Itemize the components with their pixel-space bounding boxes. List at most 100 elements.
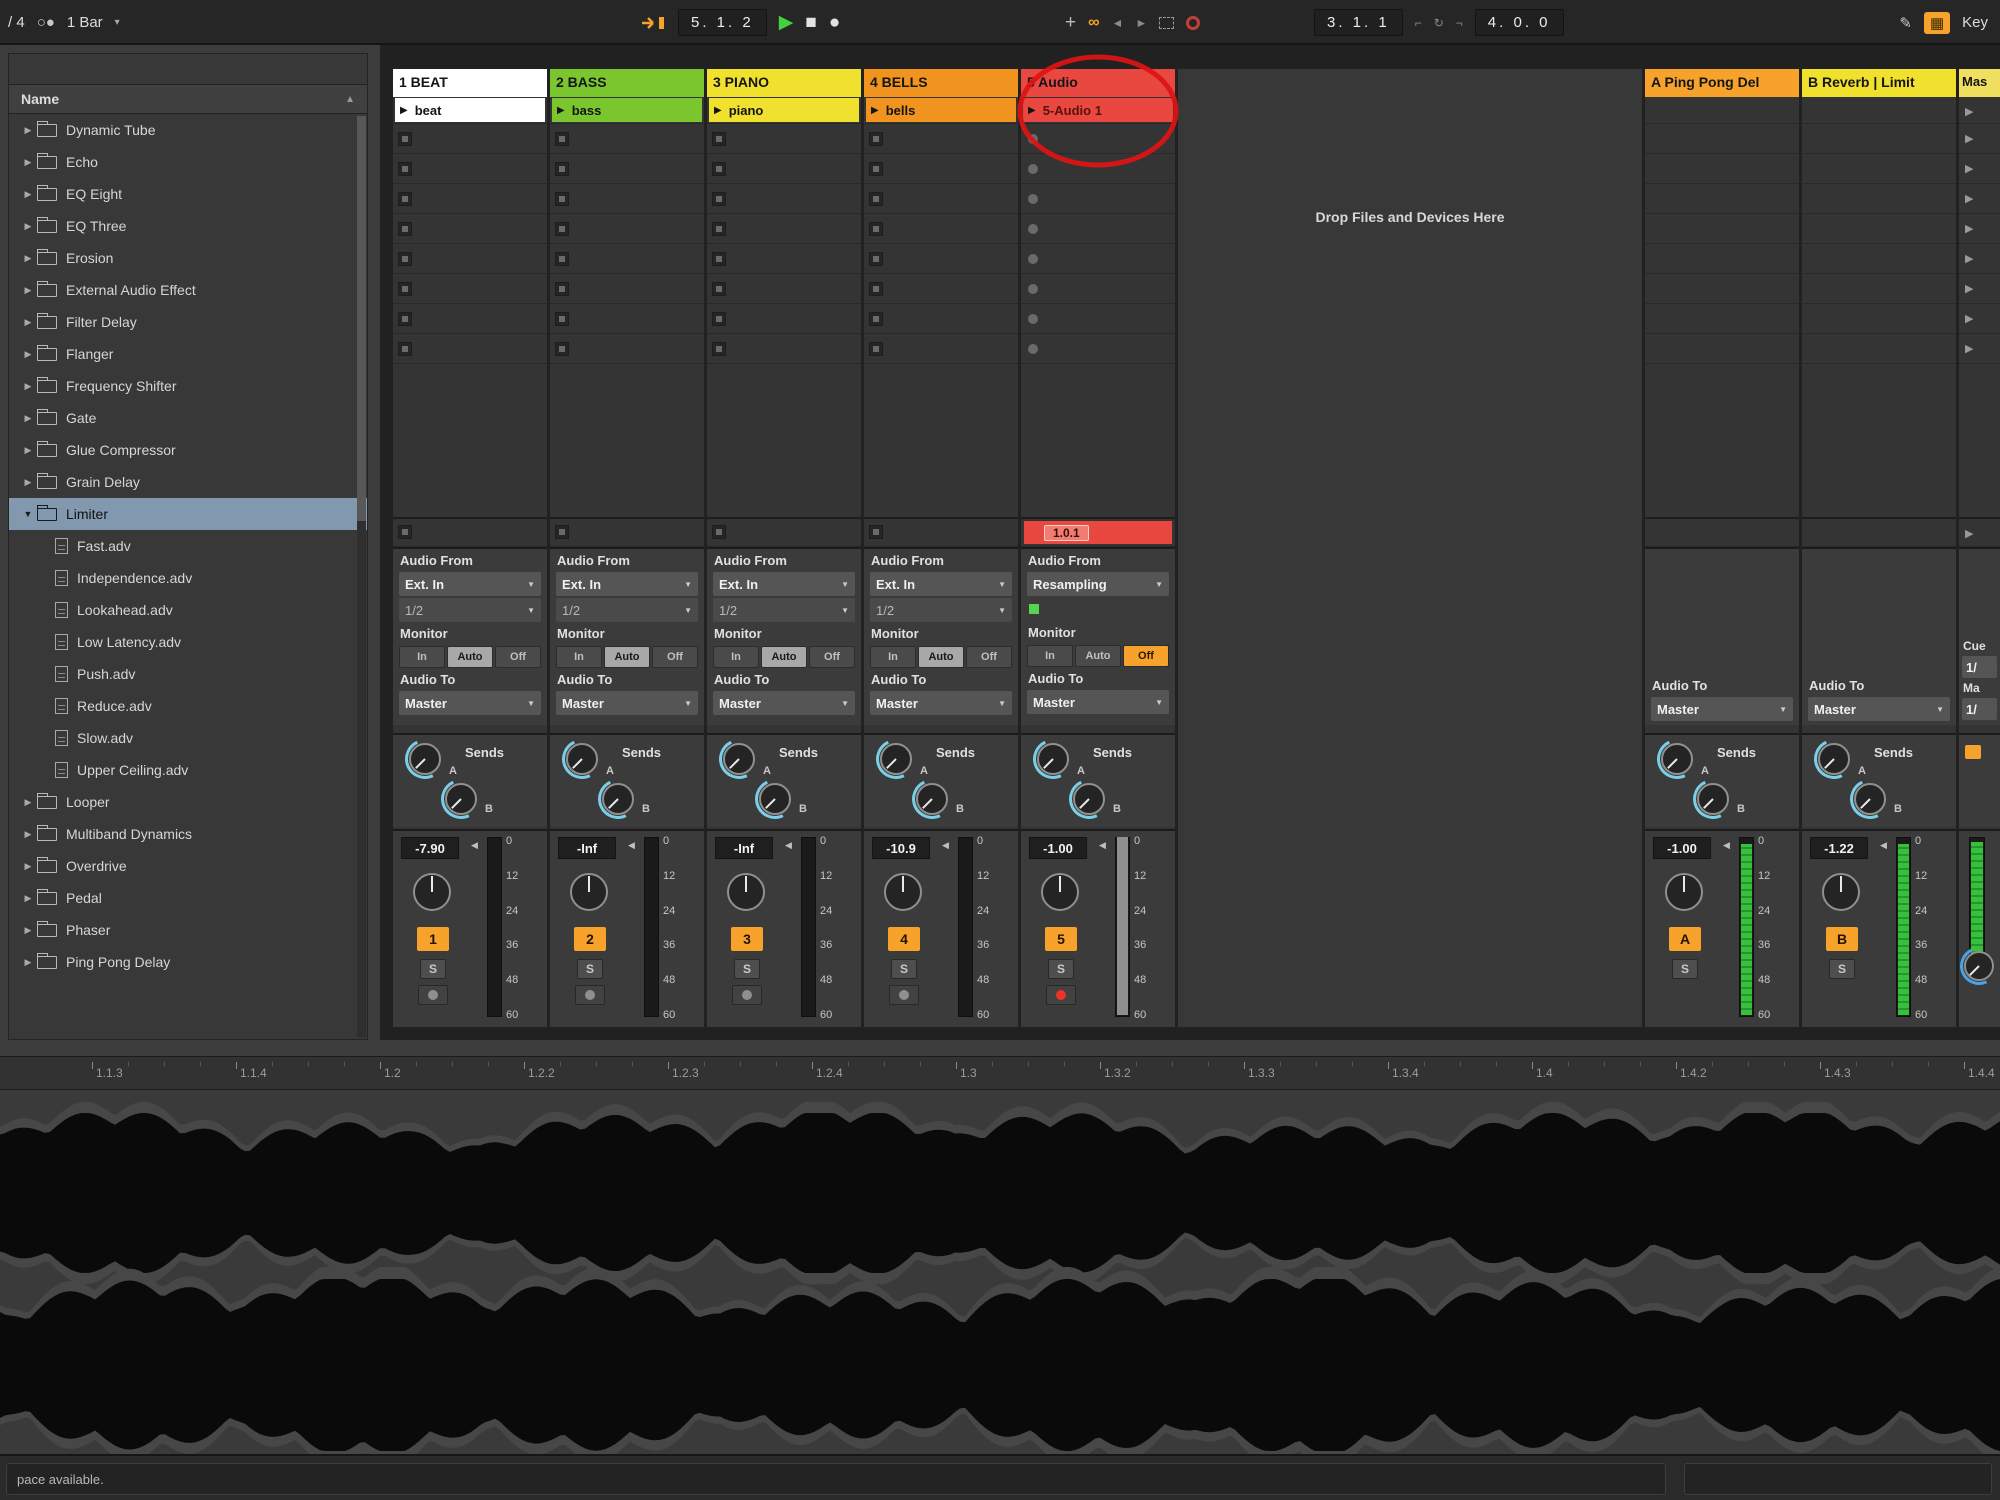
clip-slot[interactable] [550,244,704,274]
send-b-knob[interactable] [1073,783,1105,815]
chevron-right-icon[interactable]: ▶ [19,253,37,264]
scrollbar-thumb[interactable] [357,116,366,521]
clip-slot[interactable] [707,184,861,214]
return-header[interactable]: A Ping Pong Del [1645,69,1799,97]
send-a-knob[interactable] [1818,743,1850,775]
output-select[interactable]: Master▼ [1808,697,1950,721]
cue-volume-knob[interactable] [1964,951,1994,981]
pan-knob[interactable] [727,873,765,911]
clip-slot[interactable]: ▶bells [864,97,1018,124]
solo-button[interactable]: S [1829,959,1855,979]
monitor-in-button[interactable]: In [399,646,445,668]
session-clip[interactable]: ▶piano [709,98,859,122]
monitor-auto-button[interactable]: Auto [918,646,964,668]
scene-launch-icon[interactable]: ▶ [1965,222,1973,235]
scene-slot[interactable]: ▶ [1959,214,2000,244]
send-a-knob[interactable] [1661,743,1693,775]
send-b-knob[interactable] [602,783,634,815]
clip-slot[interactable] [1645,214,1799,244]
clip-slot[interactable] [864,274,1018,304]
clip-stop-slot[interactable] [707,519,861,547]
track-header[interactable]: 1 BEAT [393,69,547,97]
pan-knob[interactable] [1041,873,1079,911]
clip-slot[interactable] [550,154,704,184]
time-signature[interactable]: / 4 [8,14,25,31]
scene-slot[interactable]: ▶ [1959,154,2000,184]
chevron-right-icon[interactable]: ▶ [19,861,37,872]
chevron-right-icon[interactable]: ▶ [19,157,37,168]
track-activator-button[interactable]: 4 [888,927,920,951]
arm-button[interactable] [418,985,448,1005]
clip-slot[interactable] [550,124,704,154]
session-clip[interactable]: ▶beat [395,98,545,122]
scene-slot[interactable]: ▶ [1959,184,2000,214]
grid-mode-icon[interactable]: ▦ [1924,12,1950,34]
session-clip[interactable]: ▶bells [866,98,1016,122]
clip-slot[interactable] [707,274,861,304]
clip-slot[interactable] [393,304,547,334]
clip-slot[interactable] [1645,334,1799,364]
track-header[interactable]: 4 BELLS [864,69,1018,97]
clip-slot[interactable] [550,184,704,214]
track-activator-button[interactable]: 5 [1045,927,1077,951]
track-header[interactable]: 3 PIANO [707,69,861,97]
clip-slot[interactable] [1021,304,1175,334]
clip-slot[interactable]: ▶5-Audio 1 [1021,97,1175,124]
track-activator-button[interactable]: 1 [417,927,449,951]
chevron-right-icon[interactable]: ▶ [19,381,37,392]
input-type-select[interactable]: Resampling▼ [1027,572,1169,596]
link-icon[interactable]: ∞ [1088,14,1099,32]
send-b-knob[interactable] [1854,783,1886,815]
clip-stop-slot[interactable]: 1.0.1 [1021,519,1175,547]
input-type-select[interactable]: Ext. In▼ [399,572,541,596]
scene-slot[interactable]: ▶ [1959,334,2000,364]
chevron-right-icon[interactable]: ▶ [19,893,37,904]
clip-stop-slot[interactable] [393,519,547,547]
clip-slot[interactable] [393,184,547,214]
pan-knob[interactable] [413,873,451,911]
chevron-right-icon[interactable]: ▶ [19,925,37,936]
browser-item[interactable]: ▶Overdrive [9,850,367,882]
solo-button[interactable]: S [1048,959,1074,979]
clip-slot[interactable] [393,274,547,304]
solo-button[interactable]: S [420,959,446,979]
chevron-right-icon[interactable]: ▶ [19,445,37,456]
browser-item[interactable]: ▶Frequency Shifter [9,370,367,402]
output-select[interactable]: Master▼ [1651,697,1793,721]
clip-slot[interactable] [1021,154,1175,184]
monitor-in-button[interactable]: In [870,646,916,668]
browser-item[interactable]: ▶Multiband Dynamics [9,818,367,850]
loop-icon[interactable]: ↻ [1434,16,1444,30]
browser-item[interactable]: Slow.adv [9,722,367,754]
input-type-select[interactable]: Ext. In▼ [556,572,698,596]
browser-item[interactable]: ▶External Audio Effect [9,274,367,306]
cue-out-select[interactable]: 1/ [1962,656,1997,678]
monitor-off-button[interactable]: Off [966,646,1012,668]
clip-slot[interactable]: ▶beat [393,97,547,124]
browser-item[interactable]: Fast.adv [9,530,367,562]
browser-scrollbar[interactable] [357,116,366,1037]
browser-item[interactable]: ▶EQ Eight [9,178,367,210]
input-channel-select[interactable]: 1/2▼ [870,598,1012,622]
clip-slot[interactable] [1802,244,1956,274]
clip-slot[interactable] [1802,154,1956,184]
clip-slot[interactable] [864,334,1018,364]
output-select[interactable]: Master▼ [713,691,855,715]
clip-slot[interactable] [864,304,1018,334]
sort-arrow-icon[interactable]: ▲ [345,94,355,105]
clip-slot[interactable] [1021,274,1175,304]
scene-launch-icon[interactable]: ▶ [1965,282,1973,295]
scene-stop-slot[interactable]: ▶ [1959,519,2000,547]
drop-zone[interactable]: Drop Files and Devices Here [1178,69,1642,1027]
arm-button[interactable] [1046,985,1076,1005]
input-channel-select[interactable]: 1/2▼ [399,598,541,622]
arm-button[interactable] [575,985,605,1005]
sends-mode-toggle[interactable] [1965,745,1981,759]
browser-item[interactable]: ▶Pedal [9,882,367,914]
volume-display[interactable]: -1.00 [1029,837,1087,859]
output-select[interactable]: Master▼ [1027,690,1169,714]
monitor-in-button[interactable]: In [713,646,759,668]
clip-slot[interactable] [707,154,861,184]
scene-launch-icon[interactable]: ▶ [1965,252,1973,265]
clip-slot[interactable]: ▶piano [707,97,861,124]
